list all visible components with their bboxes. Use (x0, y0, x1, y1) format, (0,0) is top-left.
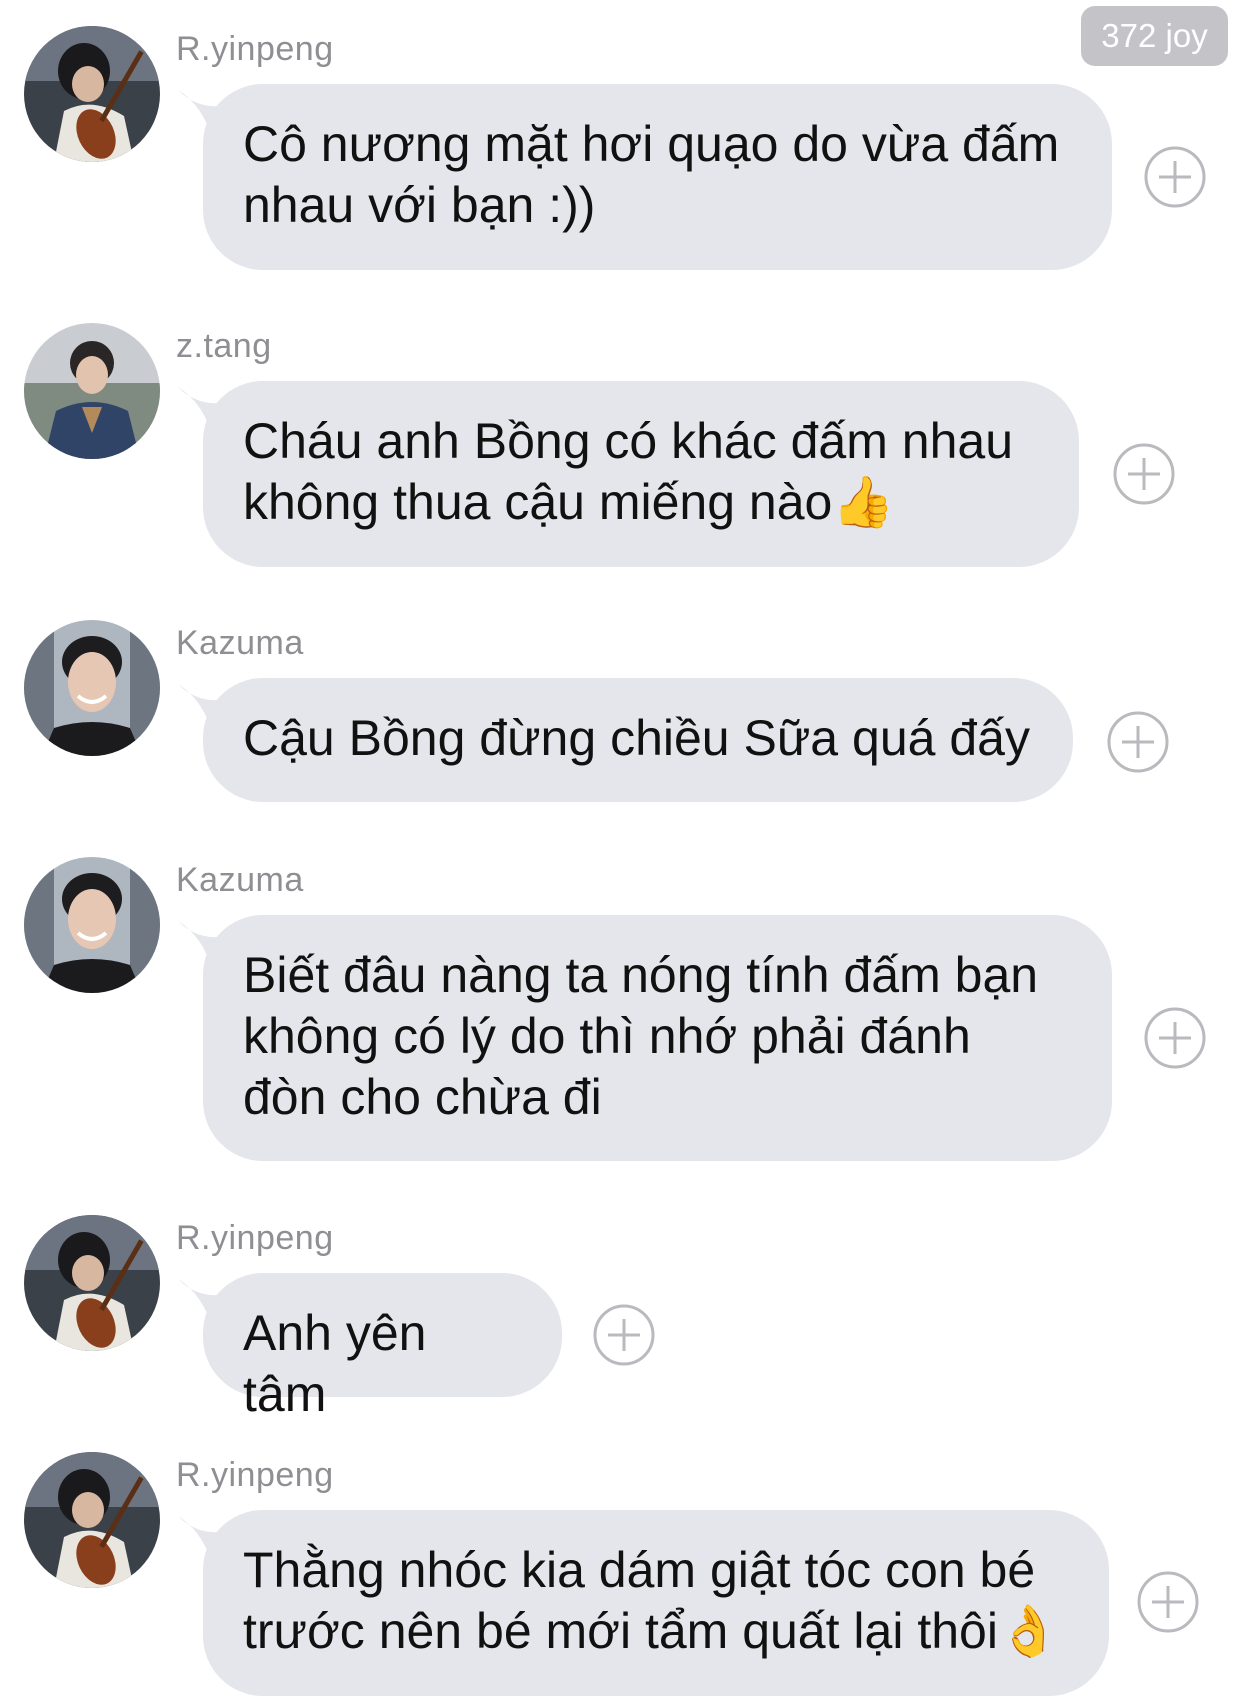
message-bubble[interactable]: Biết đâu nàng ta nóng tính đấm bạn không… (203, 915, 1112, 1161)
message-bubble[interactable]: Cô nương mặt hơi quạo do vừa đấm nhau vớ… (203, 84, 1112, 270)
message-bubble[interactable]: Cậu Bồng đừng chiều Sữa quá đấy (203, 678, 1073, 802)
man-in-jacket-avatar-icon[interactable] (24, 323, 160, 459)
sender-name: Kazuma (176, 624, 304, 662)
message-bubble[interactable]: Cháu anh Bồng có khác đấm nhau không thu… (203, 381, 1079, 567)
smiling-man-avatar-icon[interactable] (24, 857, 160, 993)
sender-name: R.yinpeng (176, 1456, 334, 1494)
message-line: Thằng nhóc kia dám giật tóc con bé (243, 1542, 1036, 1598)
message-bubble[interactable]: Thằng nhóc kia dám giật tóc con bé trước… (203, 1510, 1109, 1696)
add-reaction-icon[interactable] (593, 1304, 655, 1366)
message-line: Cô nương mặt hơi quạo do vừa đấm (243, 116, 1060, 172)
message-line: Cậu Bồng đừng chiều Sữa quá đấy (243, 710, 1030, 766)
message-line: không thua cậu miếng nào👍 (243, 474, 895, 530)
sender-name: z.tang (176, 327, 272, 365)
message-line: nhau với bạn :)) (243, 177, 596, 233)
message-line: Anh yên tâm (243, 1305, 427, 1422)
sender-name: Kazuma (176, 861, 304, 899)
add-reaction-icon[interactable] (1113, 443, 1175, 505)
add-reaction-icon[interactable] (1144, 146, 1206, 208)
reaction-count-badge: 372 joy (1081, 6, 1228, 66)
message-line: đòn cho chừa đi (243, 1069, 602, 1125)
cello-player-avatar-icon[interactable] (24, 1452, 160, 1588)
cello-player-avatar-icon[interactable] (24, 26, 160, 162)
add-reaction-icon[interactable] (1144, 1007, 1206, 1069)
message-line: trước nên bé mới tẩm quất lại thôi👌 (243, 1603, 1061, 1659)
add-reaction-icon[interactable] (1137, 1571, 1199, 1633)
message-line: không có lý do thì nhớ phải đánh (243, 1008, 971, 1064)
message-bubble[interactable]: Anh yên tâm (203, 1273, 562, 1422)
add-reaction-icon[interactable] (1107, 711, 1169, 773)
message-line: Cháu anh Bồng có khác đấm nhau (243, 413, 1013, 469)
message-line: Biết đâu nàng ta nóng tính đấm bạn (243, 947, 1039, 1003)
smiling-man-avatar-icon[interactable] (24, 620, 160, 756)
sender-name: R.yinpeng (176, 30, 334, 68)
sender-name: R.yinpeng (176, 1219, 334, 1257)
cello-player-avatar-icon[interactable] (24, 1215, 160, 1351)
